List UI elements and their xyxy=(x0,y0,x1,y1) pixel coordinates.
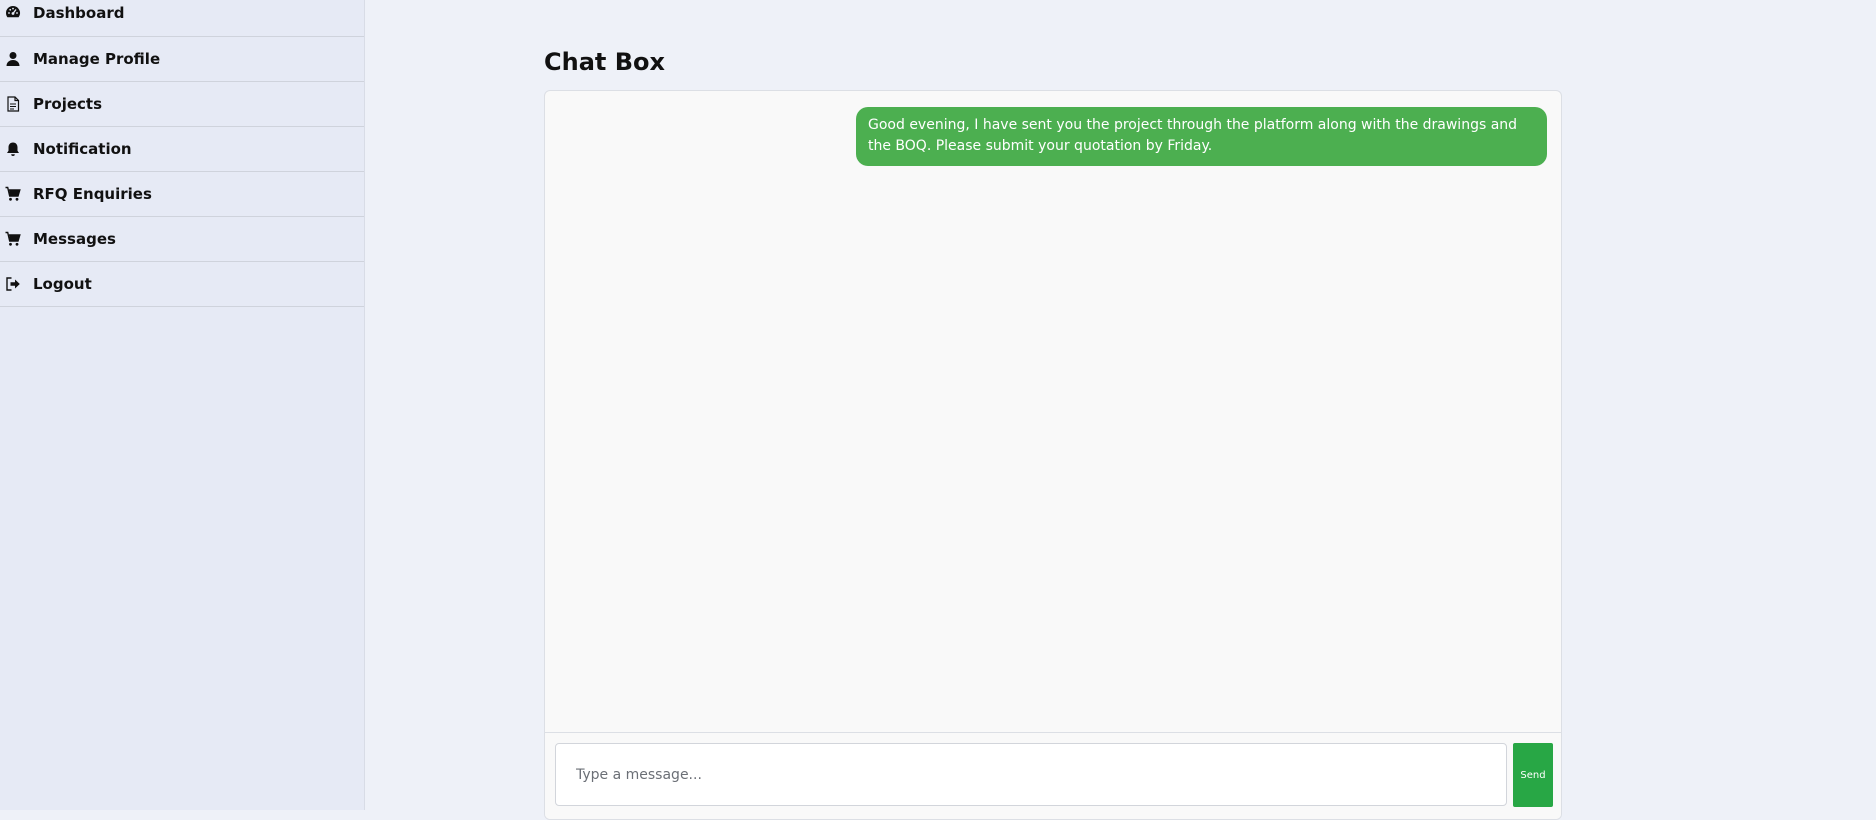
sidebar-item-label: Dashboard xyxy=(33,4,125,22)
sidebar-item-dashboard[interactable]: Dashboard xyxy=(0,0,364,37)
cart-icon xyxy=(5,231,21,247)
sidebar-item-label: Projects xyxy=(33,95,103,113)
message-composer: Send xyxy=(545,732,1561,819)
message-list[interactable]: Good evening, I have sent you the projec… xyxy=(545,91,1561,732)
logout-icon xyxy=(5,276,21,292)
sidebar-item-logout[interactable]: Logout xyxy=(0,262,364,307)
dashboard-icon xyxy=(5,4,21,20)
user-icon xyxy=(5,51,21,67)
sidebar-item-label: Manage Profile xyxy=(33,50,161,68)
sidebar: Dashboard Manage Profile Projects Notifi… xyxy=(0,0,365,810)
main-content: Chat Box Good evening, I have sent you t… xyxy=(365,0,1876,820)
sidebar-item-manage-profile[interactable]: Manage Profile xyxy=(0,37,364,82)
sidebar-item-label: Logout xyxy=(33,275,92,293)
cart-icon xyxy=(5,186,21,202)
bell-icon xyxy=(5,141,21,157)
sidebar-item-projects[interactable]: Projects xyxy=(0,82,364,127)
message-bubble-sent: Good evening, I have sent you the projec… xyxy=(856,107,1547,166)
sidebar-item-notification[interactable]: Notification xyxy=(0,127,364,172)
sidebar-item-rfq-enquiries[interactable]: RFQ Enquiries xyxy=(0,172,364,217)
sidebar-item-label: Messages xyxy=(33,230,116,248)
document-icon xyxy=(5,96,21,112)
send-button[interactable]: Send xyxy=(1513,743,1553,807)
message-input[interactable] xyxy=(555,743,1507,806)
sidebar-item-label: RFQ Enquiries xyxy=(33,185,152,203)
sidebar-item-messages[interactable]: Messages xyxy=(0,217,364,262)
chat-box: Good evening, I have sent you the projec… xyxy=(544,90,1562,820)
sidebar-item-label: Notification xyxy=(33,140,132,158)
page-title: Chat Box xyxy=(544,48,665,76)
